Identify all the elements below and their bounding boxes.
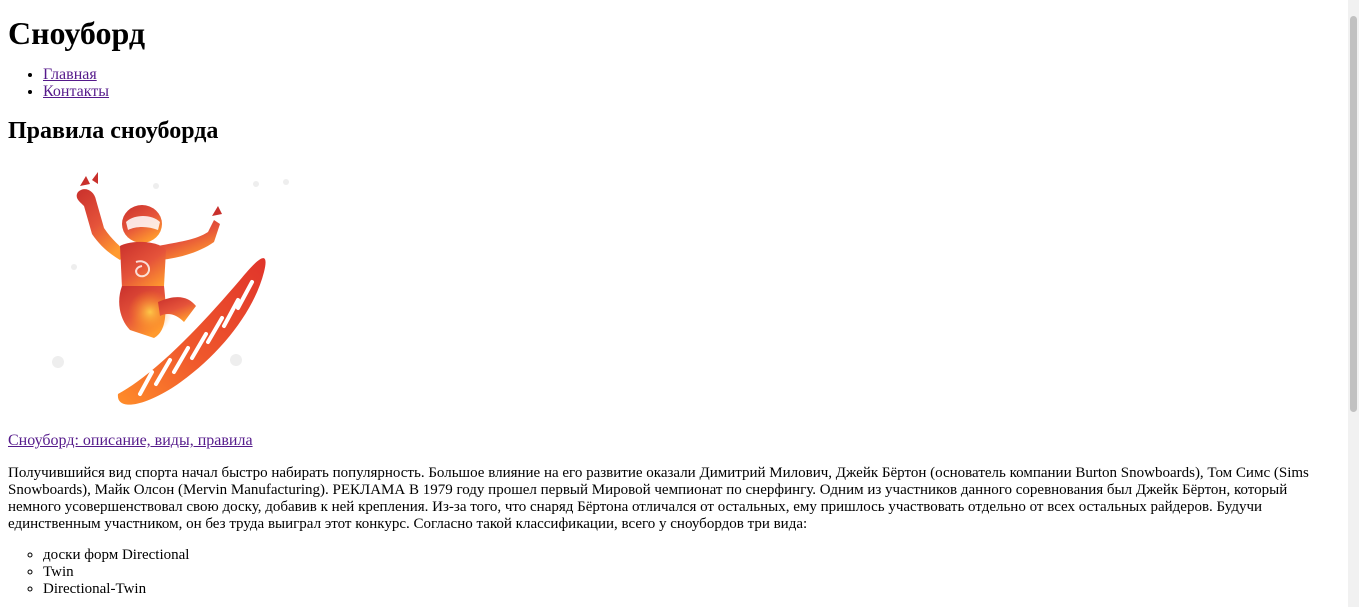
site-title: Сноуборд xyxy=(8,15,146,51)
nav-link-contacts[interactable]: Контакты xyxy=(43,83,109,100)
list-item: Twin xyxy=(43,564,1340,581)
page-heading: Правила сноуборда xyxy=(8,118,219,144)
vertical-scrollbar[interactable] xyxy=(1348,0,1359,607)
article-paragraph: Получившийся вид спорта начал быстро наб… xyxy=(8,465,1309,532)
list-item: Directional-Twin xyxy=(43,581,1340,598)
scrollbar-thumb[interactable] xyxy=(1350,16,1357,412)
nav-item-home: Главная xyxy=(43,66,1340,83)
snowboard-types-list: доски форм Directional Twin Directional-… xyxy=(8,547,1340,598)
list-item: доски форм Directional xyxy=(43,547,1340,564)
page-content: Сноуборд Главная Контакты Правила сноубо… xyxy=(8,0,1340,598)
main-nav: Главная Контакты xyxy=(8,66,1340,100)
article-source-link[interactable]: Сноуборд: описание, виды, правила xyxy=(8,432,1340,449)
snowboarder-illustration-icon xyxy=(52,172,289,405)
nav-link-home[interactable]: Главная xyxy=(43,66,97,83)
nav-item-contacts: Контакты xyxy=(43,83,1340,100)
